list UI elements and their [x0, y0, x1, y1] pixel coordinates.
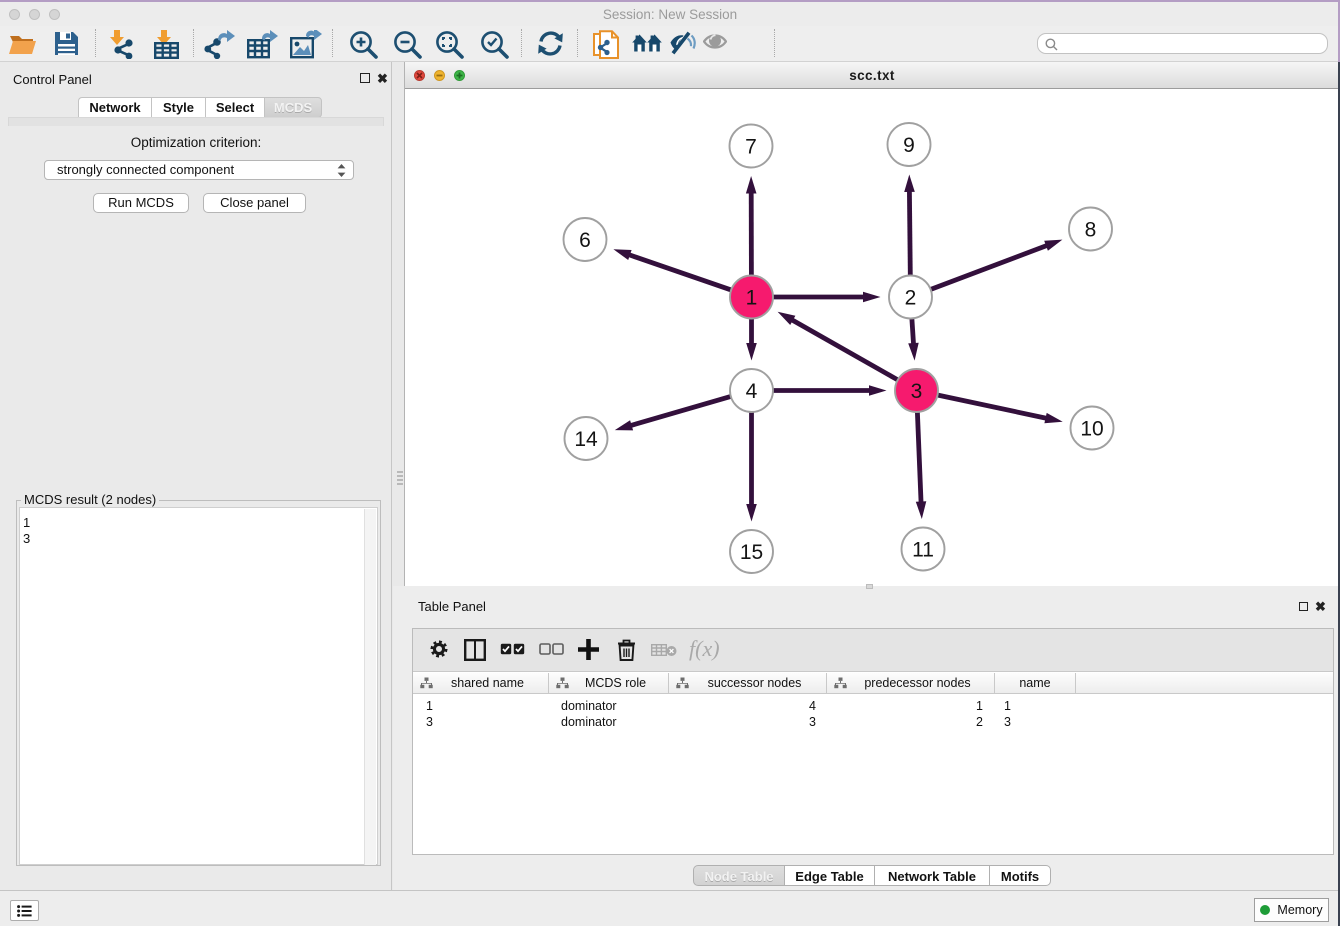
svg-text:7: 7 [745, 135, 757, 158]
svg-text:3: 3 [911, 380, 923, 403]
svg-text:1: 1 [746, 286, 758, 309]
svg-text:14: 14 [574, 428, 598, 451]
svg-text:11: 11 [912, 538, 934, 561]
svg-text:4: 4 [746, 380, 758, 403]
svg-text:6: 6 [579, 229, 591, 252]
svg-text:15: 15 [740, 541, 763, 564]
svg-text:9: 9 [903, 134, 915, 157]
svg-text:10: 10 [1080, 417, 1103, 440]
svg-text:2: 2 [905, 286, 917, 309]
svg-text:8: 8 [1085, 218, 1097, 241]
